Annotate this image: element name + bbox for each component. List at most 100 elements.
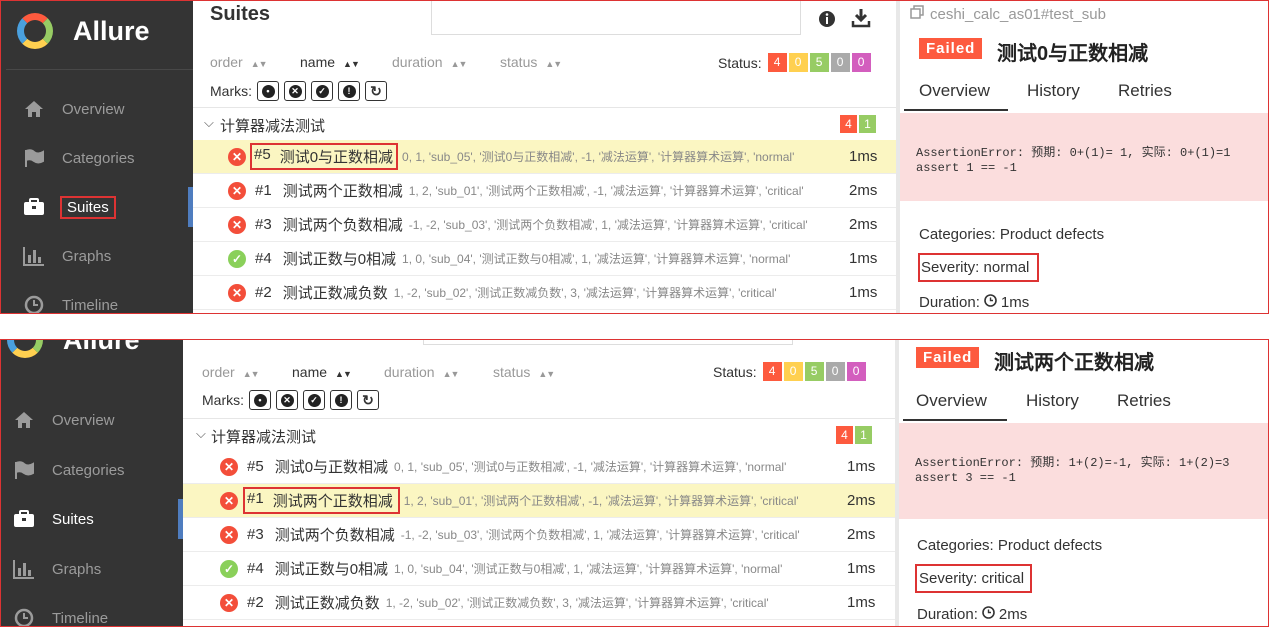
nav-item-timeline[interactable]: Timeline	[1, 295, 193, 313]
mark-new-passed-toggle[interactable]: ✓	[303, 390, 325, 410]
nav-item-overview[interactable]: Overview	[1, 99, 193, 119]
test-row[interactable]: ✕ #2 测试正数减负数 1, -2, 'sub_02', '测试正数减负数',…	[193, 276, 896, 310]
sort-order[interactable]: order ▲▼	[202, 364, 260, 380]
status-badge-unknown[interactable]: 0	[851, 53, 871, 72]
sort-duration[interactable]: duration ▲▼	[384, 364, 459, 380]
test-params: -1, -2, 'sub_03', '测试两个负数相减', 1, '减法运算',…	[400, 528, 800, 542]
failed-status-icon: ✕	[228, 283, 246, 302]
info-icon[interactable]	[817, 9, 837, 29]
refresh-icon: ↻	[370, 82, 382, 99]
mark-new-broken-toggle[interactable]: !	[330, 390, 352, 410]
nav-item-graphs[interactable]: Graphs	[1, 559, 183, 579]
refresh-icon: ↻	[362, 391, 374, 408]
status-label: Status:	[713, 363, 757, 380]
search-input[interactable]	[431, 1, 801, 35]
status-badge: Failed	[916, 347, 980, 368]
marks-filter: Marks: • ✕ ✓ ! ↻	[210, 81, 387, 101]
mark-retries-toggle[interactable]: ↻	[365, 81, 387, 101]
search-input[interactable]	[423, 340, 793, 345]
status-filter: Status: 4 0 5 0 0	[718, 53, 871, 72]
mark-retries-toggle[interactable]: ↻	[357, 390, 379, 410]
status-badge-broken[interactable]: 0	[783, 362, 803, 381]
test-name: 测试两个正数相减	[282, 183, 403, 200]
test-id: #5	[254, 146, 271, 163]
error-message: AssertionError: 预期: 0+(1)= 1, 实际: 0+(1)=…	[900, 113, 1268, 201]
test-row[interactable]: ✓ #4 测试正数与0相减 1, 0, 'sub_04', '测试正数与0相减'…	[183, 552, 895, 586]
sort-duration[interactable]: duration ▲▼	[392, 54, 467, 70]
sort-name[interactable]: name ▲▼	[300, 54, 360, 70]
failed-status-icon: ✕	[220, 491, 238, 510]
suite-group-header[interactable]: ⌵ 计算器减法测试 4 1	[183, 420, 895, 448]
nav-item-overview[interactable]: Overview	[1, 410, 183, 430]
test-row[interactable]: ✕ #1 测试两个正数相减 1, 2, 'sub_01', '测试两个正数相减'…	[193, 174, 896, 208]
test-path: ceshi_calc_as01#test_sub	[910, 5, 1106, 23]
nav-item-categories[interactable]: Categories	[1, 460, 183, 480]
nav-item-graphs[interactable]: Graphs	[1, 246, 193, 266]
test-row[interactable]: ✕ #5 测试0与正数相减 0, 1, 'sub_05', '测试0与正数相减'…	[193, 140, 896, 174]
status-badge-skipped[interactable]: 0	[830, 53, 850, 72]
home-icon	[23, 99, 45, 119]
test-id: #4	[247, 560, 264, 577]
status-badge: Failed	[919, 38, 983, 59]
clock-icon	[984, 294, 997, 311]
failed-status-icon: ✕	[220, 525, 238, 544]
tab-history[interactable]: History	[1026, 391, 1079, 411]
test-title: 测试两个正数相减	[994, 352, 1154, 374]
status-badge-skipped[interactable]: 0	[825, 362, 845, 381]
test-row[interactable]: ✕ #3 测试两个负数相减 -1, -2, 'sub_03', '测试两个负数相…	[193, 208, 896, 242]
test-params: 1, 0, 'sub_04', '测试正数与0相减', 1, '减法运算', '…	[402, 252, 791, 266]
mark-flaky-toggle[interactable]: •	[249, 390, 271, 410]
nav-item-timeline[interactable]: Timeline	[1, 608, 183, 626]
sidebar: Allure Overview Categories Suites Graphs…	[1, 340, 183, 626]
test-duration: 1ms	[847, 594, 876, 611]
sort-status[interactable]: status ▲▼	[493, 364, 555, 380]
test-row[interactable]: ✕ #3 测试两个负数相减 -1, -2, 'sub_03', '测试两个负数相…	[183, 518, 895, 552]
tab-retries[interactable]: Retries	[1117, 391, 1171, 411]
tab-overview[interactable]: Overview	[919, 81, 990, 101]
sort-name[interactable]: name ▲▼	[292, 364, 352, 380]
mark-new-failed-toggle[interactable]: ✕	[276, 390, 298, 410]
tab-history[interactable]: History	[1027, 81, 1080, 101]
test-duration: 2ms	[847, 492, 876, 509]
error-line: AssertionError: 预期: 1+(2)=-1, 实际: 1+(2)=…	[915, 456, 1230, 470]
mark-new-passed-toggle[interactable]: ✓	[311, 81, 333, 101]
test-row[interactable]: ✕ #1 测试两个正数相减 1, 2, 'sub_01', '测试两个正数相减'…	[183, 484, 895, 518]
nav-label: Graphs	[52, 560, 102, 578]
brand[interactable]: Allure	[7, 340, 140, 358]
tab-overview[interactable]: Overview	[916, 391, 987, 411]
mark-flaky-toggle[interactable]: •	[257, 81, 279, 101]
home-icon	[13, 410, 35, 430]
sort-status[interactable]: status ▲▼	[500, 54, 562, 70]
test-row[interactable]: ✓ #4 测试正数与0相减 1, 0, 'sub_04', '测试正数与0相减'…	[193, 242, 896, 276]
copy-icon[interactable]	[910, 5, 924, 23]
active-tab-indicator	[904, 109, 1008, 111]
sort-order[interactable]: order ▲▼	[210, 54, 268, 70]
suite-group-header[interactable]: ⌵ 计算器减法测试 4 1	[193, 109, 896, 137]
nav-item-categories[interactable]: Categories	[1, 148, 193, 168]
chevron-down-icon: ⌵	[196, 426, 206, 441]
clock-icon	[13, 608, 35, 626]
clock-icon	[982, 606, 995, 623]
test-id: #2	[255, 284, 272, 301]
test-row[interactable]: ✕ #5 测试0与正数相减 0, 1, 'sub_05', '测试0与正数相减'…	[183, 450, 895, 484]
nav-label: Overview	[62, 100, 125, 118]
status-badge-passed[interactable]: 5	[804, 362, 824, 381]
bar-chart-icon	[13, 559, 35, 579]
download-icon[interactable]	[851, 8, 871, 28]
status-badge-failed[interactable]: 4	[767, 53, 787, 72]
status-badge-passed[interactable]: 5	[809, 53, 829, 72]
suites-pane: order ▲▼ name ▲▼ duration ▲▼ status ▲▼ Statu…	[183, 340, 895, 626]
status-badge-unknown[interactable]: 0	[846, 362, 866, 381]
status-badge-failed[interactable]: 4	[762, 362, 782, 381]
status-badge-broken[interactable]: 0	[788, 53, 808, 72]
test-row[interactable]: ✕ #2 测试正数减负数 1, -2, 'sub_02', '测试正数减负数',…	[183, 586, 895, 620]
mark-new-broken-toggle[interactable]: !	[338, 81, 360, 101]
nav-item-suites[interactable]: Suites	[1, 187, 193, 227]
tab-retries[interactable]: Retries	[1118, 81, 1172, 101]
test-params: 0, 1, 'sub_05', '测试0与正数相减', -1, '减法运算', …	[402, 150, 795, 164]
nav-item-suites[interactable]: Suites	[1, 499, 183, 539]
test-name: 测试两个正数相减	[272, 493, 393, 510]
brand[interactable]: Allure	[17, 13, 150, 49]
duration-value: 1ms	[1000, 294, 1030, 311]
mark-new-failed-toggle[interactable]: ✕	[284, 81, 306, 101]
